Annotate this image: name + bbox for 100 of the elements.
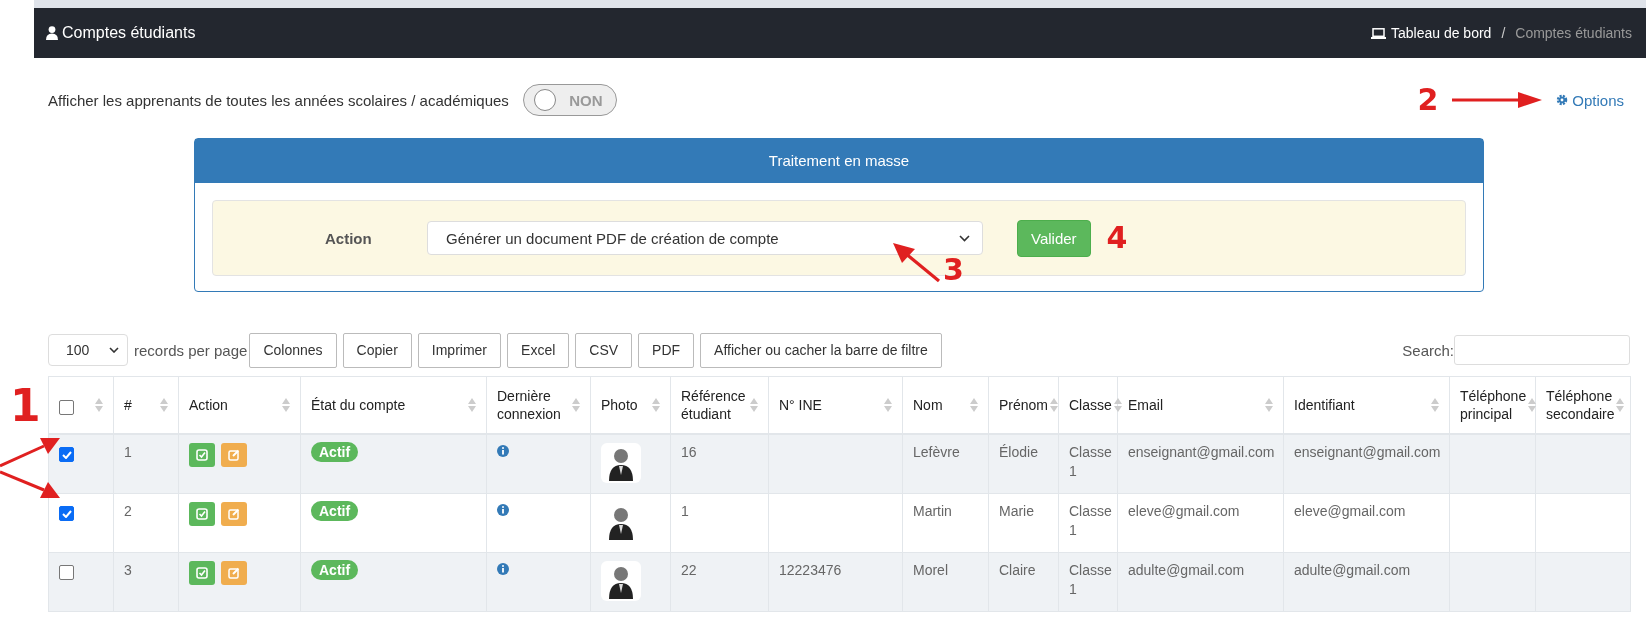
info-icon[interactable] <box>497 504 509 516</box>
edit-button[interactable] <box>221 502 247 526</box>
info-icon[interactable] <box>497 445 509 457</box>
toolbar-button[interactable]: Colonnes <box>249 332 337 368</box>
sort-icon[interactable] <box>884 398 892 412</box>
table-cell: enseignant@gmail.com <box>1128 444 1275 460</box>
toggle-label: Afficher les apprenants de toutes les années scolaires / académiques <box>48 91 509 109</box>
edit-icon <box>228 508 240 520</box>
status-badge: Actif <box>311 560 359 580</box>
table-cell: Morel <box>913 562 948 578</box>
table-cell: Classe 1 <box>1069 444 1112 479</box>
toolbar-button[interactable]: Imprimer <box>417 332 502 368</box>
info-icon[interactable] <box>497 563 509 575</box>
activate-button[interactable] <box>189 561 215 585</box>
edit-icon <box>228 567 240 579</box>
sort-icon[interactable] <box>468 398 476 412</box>
user-icon <box>46 26 58 40</box>
row-checkbox[interactable] <box>59 506 74 521</box>
status-badge: Actif <box>311 501 359 521</box>
options-link[interactable]: Options <box>1556 91 1624 109</box>
status-badge: Actif <box>311 442 359 462</box>
annotation-arrow <box>0 438 62 498</box>
search-label: Search: <box>1402 341 1454 359</box>
annotation-arrow <box>893 243 943 285</box>
column-header[interactable]: # <box>124 396 132 414</box>
toolbar-button[interactable]: Excel <box>507 332 570 368</box>
select-all-checkbox[interactable] <box>59 399 74 415</box>
sort-icon[interactable] <box>750 398 758 412</box>
table-cell: 1 <box>681 503 689 519</box>
column-header[interactable]: État du compte <box>311 396 406 414</box>
table-cell: eleve@gmail.com <box>1294 503 1406 519</box>
sort-icon[interactable] <box>1528 398 1537 412</box>
gear-icon <box>1556 94 1569 106</box>
chevron-down-icon <box>959 234 970 242</box>
table-cell: Élodie <box>999 444 1038 460</box>
toolbar-button[interactable]: Afficher ou cacher la barre de filtre <box>700 332 942 368</box>
action-label: Action <box>325 229 373 247</box>
sort-icon[interactable] <box>1050 398 1059 412</box>
edit-button[interactable] <box>221 443 247 467</box>
check-square-icon <box>196 508 208 520</box>
avatar-silhouette <box>601 561 641 601</box>
table-cell: 2 <box>124 503 132 519</box>
table-cell: 16 <box>681 444 697 460</box>
panel-title: Traitement en masse <box>195 139 1483 183</box>
breadcrumb-current: Comptes étudiants <box>1515 25 1632 41</box>
column-header[interactable]: Photo <box>601 396 638 414</box>
table-cell: adulte@gmail.com <box>1294 562 1411 578</box>
annotation-number: 3 <box>943 255 964 285</box>
page-title: Comptes étudiants <box>62 24 196 42</box>
breadcrumb-separator: / <box>1501 25 1506 41</box>
chevron-down-icon <box>109 347 119 353</box>
edit-button[interactable] <box>221 561 247 585</box>
page-size-dropdown[interactable]: 100 <box>48 334 128 366</box>
row-checkbox[interactable] <box>59 447 74 462</box>
table-cell: enseignant@gmail.com <box>1294 444 1441 460</box>
toolbar-button[interactable]: Copier <box>342 332 412 368</box>
table-cell: 3 <box>124 562 132 578</box>
table-cell: 1 <box>124 444 132 460</box>
sort-icon[interactable] <box>1113 398 1122 412</box>
edit-icon <box>228 449 240 461</box>
annotation-number: 2 <box>1417 85 1439 115</box>
table-cell: Classe 1 <box>1069 503 1112 538</box>
table-cell: Classe 1 <box>1069 562 1112 597</box>
sort-icon[interactable] <box>95 398 103 412</box>
activate-button[interactable] <box>189 443 215 467</box>
row-checkbox[interactable] <box>59 565 74 580</box>
laptop-icon <box>1370 27 1386 39</box>
column-header[interactable]: Action <box>189 396 228 414</box>
table-cell: 22 <box>681 562 697 578</box>
check-square-icon <box>196 449 208 461</box>
sort-icon[interactable] <box>970 398 978 412</box>
page-size-label: records per page <box>134 341 248 359</box>
action-dropdown[interactable]: Générer un document PDF de création de compte <box>427 221 983 255</box>
table-cell: Martin <box>913 503 952 519</box>
check-square-icon <box>196 567 208 579</box>
breadcrumb-link[interactable]: Tableau de bord <box>1390 25 1492 41</box>
avatar-silhouette <box>601 443 641 483</box>
table-cell: Marie <box>999 503 1034 519</box>
table-cell: Lefèvre <box>913 444 960 460</box>
column-header[interactable]: Email <box>1128 396 1163 414</box>
sort-icon[interactable] <box>282 398 290 412</box>
sort-icon[interactable] <box>160 398 168 412</box>
toolbar-button[interactable]: CSV <box>575 332 633 368</box>
sort-icon[interactable] <box>1265 398 1273 412</box>
annotation-number: 4 <box>1106 223 1128 253</box>
sort-icon[interactable] <box>652 398 660 412</box>
column-header[interactable]: Identifiant <box>1294 396 1355 414</box>
table-cell: 12223476 <box>779 562 842 578</box>
search-field[interactable] <box>1454 335 1630 365</box>
annotation-number: 1 <box>10 384 41 428</box>
sort-icon[interactable] <box>572 398 580 412</box>
toolbar-button[interactable]: PDF <box>638 332 695 368</box>
column-header[interactable]: N° INE <box>779 396 822 414</box>
activate-button[interactable] <box>189 502 215 526</box>
table-cell: adulte@gmail.com <box>1128 562 1245 578</box>
table-cell: Claire <box>999 562 1036 578</box>
sort-icon[interactable] <box>1616 398 1625 412</box>
column-header[interactable]: Nom <box>913 396 943 414</box>
sort-icon[interactable] <box>1431 398 1439 412</box>
table-cell: eleve@gmail.com <box>1128 503 1240 519</box>
